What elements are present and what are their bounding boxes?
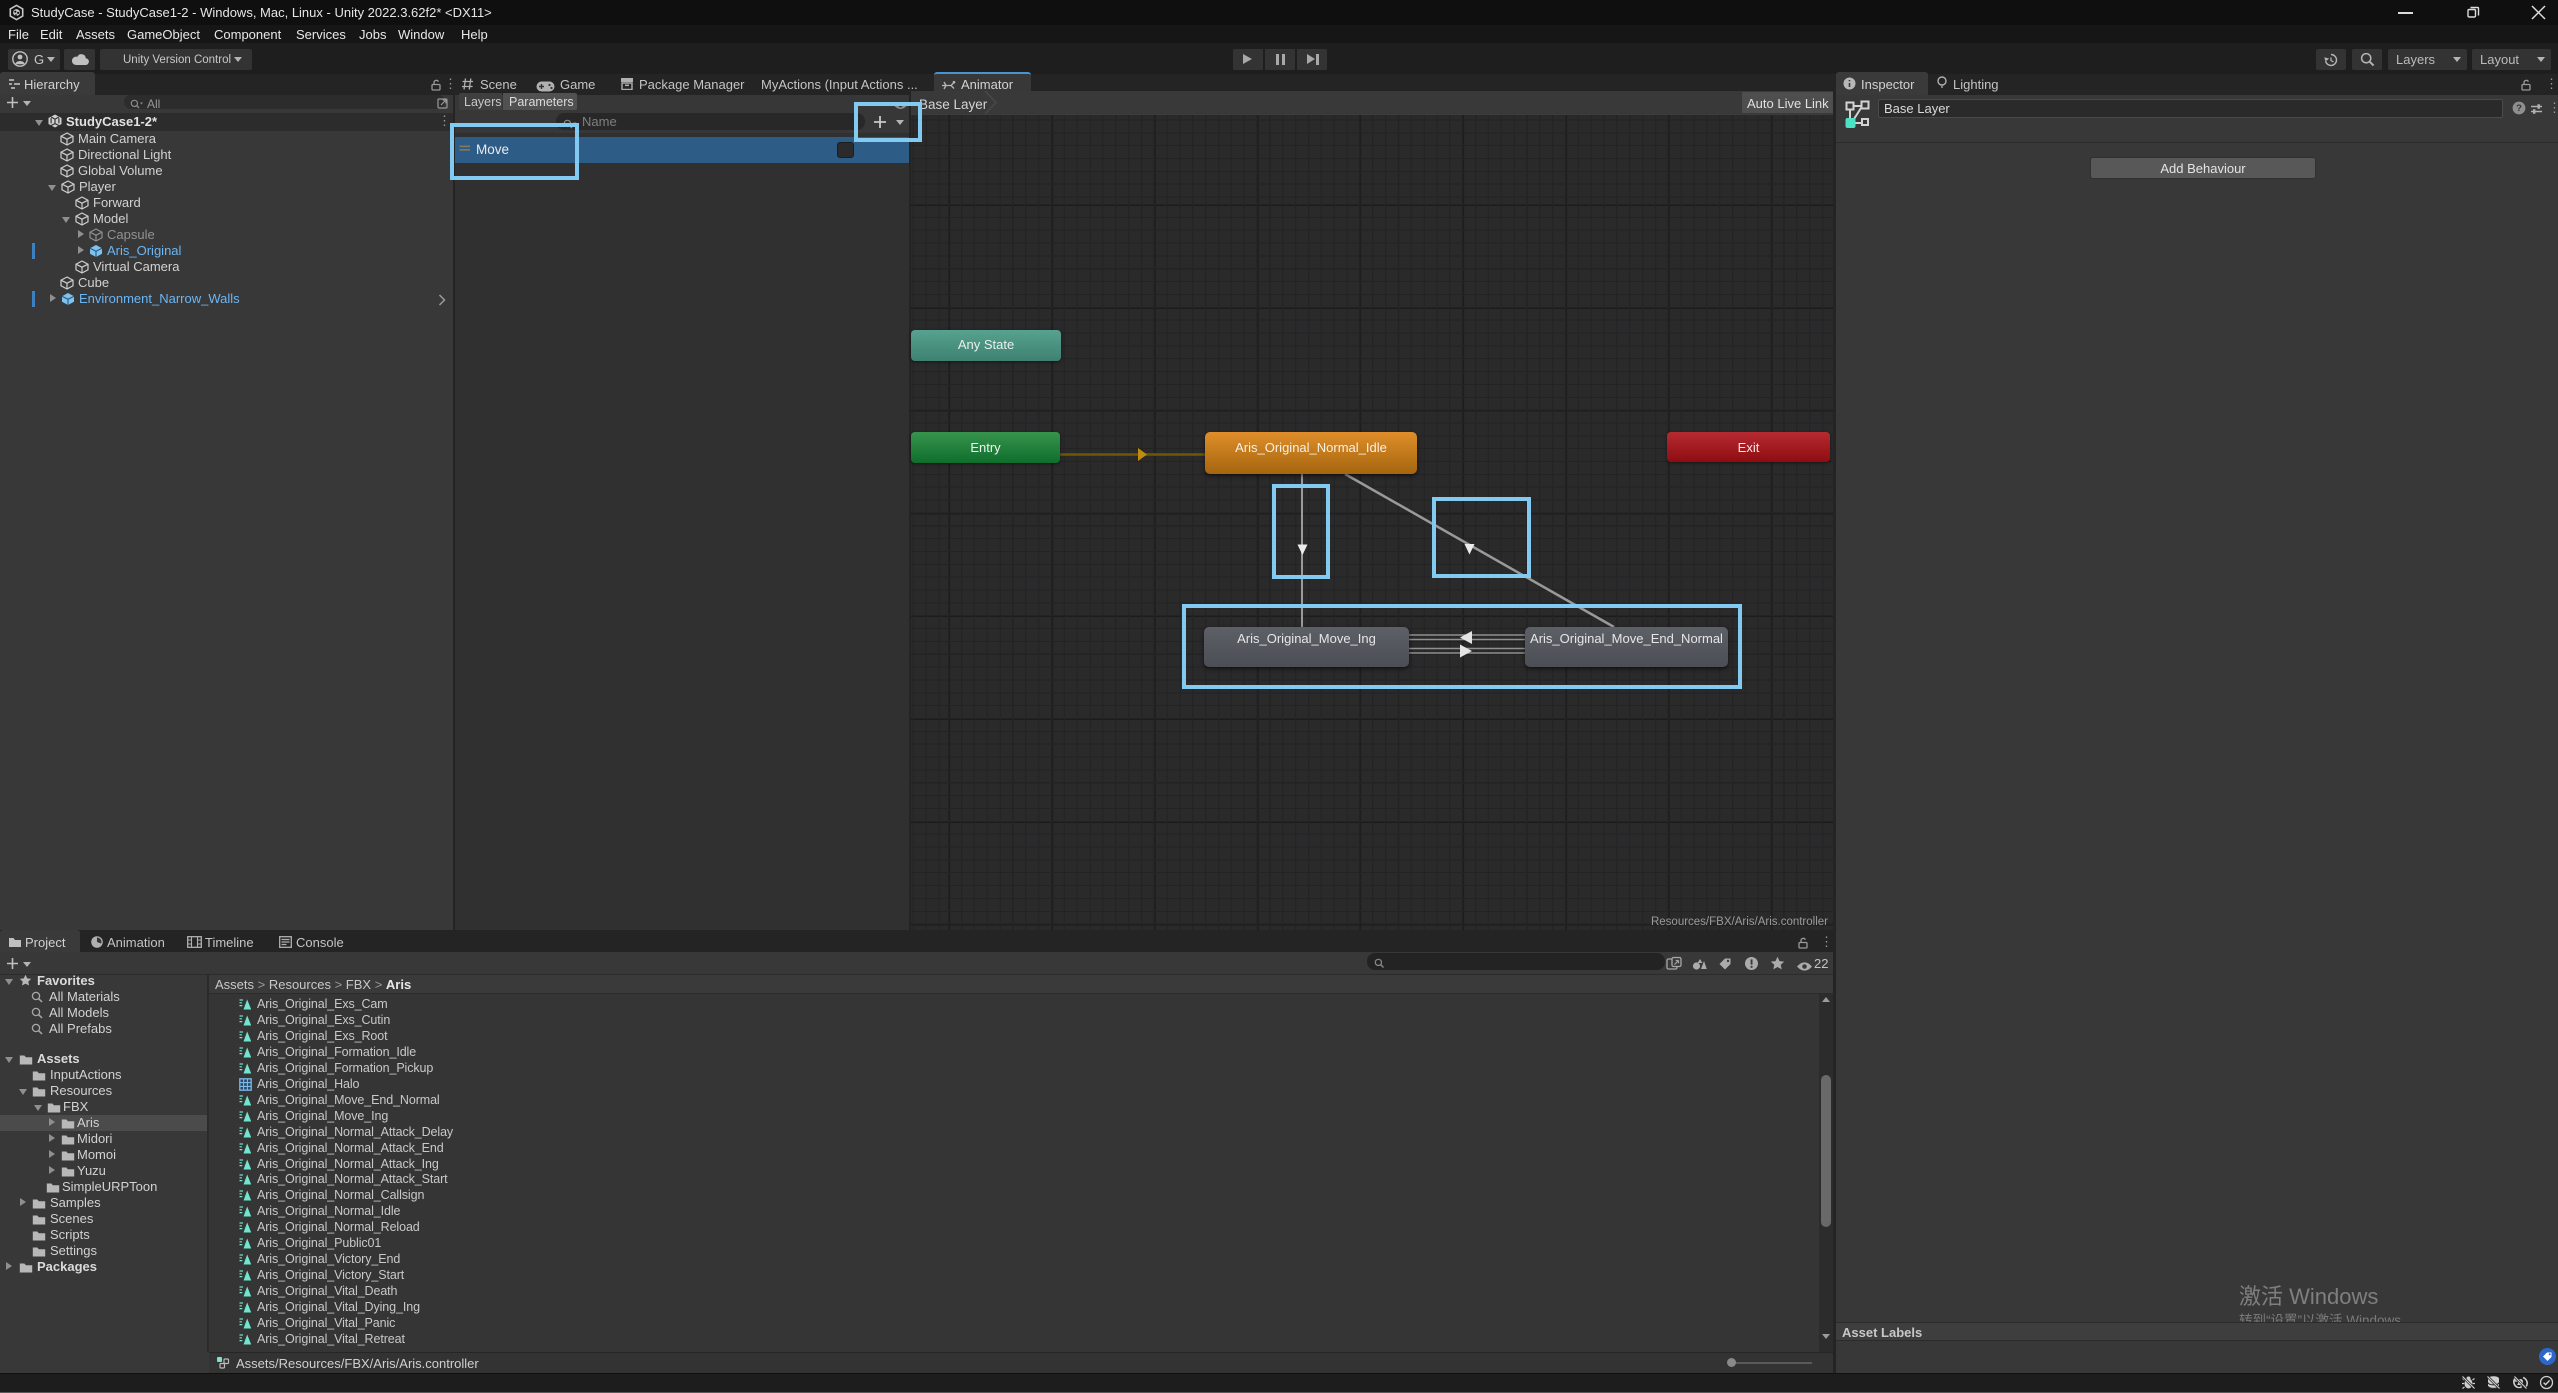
svg-text:?: ? <box>2516 103 2522 114</box>
